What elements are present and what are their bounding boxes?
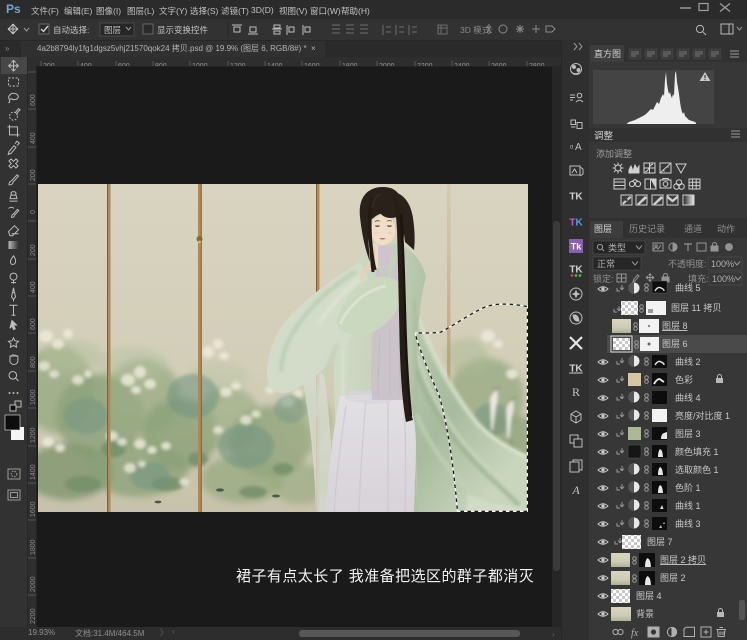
svg-text:1200: 1200 [230, 63, 246, 67]
svg-text:200: 200 [30, 244, 36, 256]
svg-text:曲线 4: 曲线 4 [675, 392, 701, 403]
svg-text:TK: TK [569, 218, 583, 229]
svg-text:TK: TK [569, 265, 583, 276]
svg-text:2600: 2600 [491, 63, 507, 67]
svg-text:历史记录: 历史记录 [629, 223, 665, 234]
svg-text:1800: 1800 [342, 63, 358, 67]
svg-text:TK: TK [569, 364, 583, 375]
svg-text:0: 0 [30, 210, 36, 214]
svg-text:2000: 2000 [30, 576, 36, 592]
svg-text:图层: 图层 [594, 224, 612, 234]
svg-text:图层 2: 图层 2 [660, 573, 686, 583]
svg-text:图层 4: 图层 4 [636, 591, 662, 601]
svg-text:R: R [572, 385, 580, 399]
svg-text:图层 3: 图层 3 [675, 429, 701, 439]
svg-text:200: 200 [30, 169, 36, 181]
svg-text:图层 7: 图层 7 [647, 537, 673, 547]
svg-text:TK: TK [569, 192, 583, 203]
svg-text:1200: 1200 [30, 427, 36, 443]
svg-text:曲线 3: 曲线 3 [675, 518, 701, 529]
svg-text:600: 600 [30, 94, 36, 106]
svg-text:通道: 通道 [684, 223, 702, 234]
svg-text:400: 400 [30, 132, 36, 144]
svg-text:1600: 1600 [30, 501, 36, 517]
svg-text:100%: 100% [712, 274, 735, 284]
svg-text:400: 400 [30, 281, 36, 293]
svg-text:图层 8: 图层 8 [662, 321, 688, 331]
svg-text:2400: 2400 [454, 63, 470, 67]
svg-text:亮度/对比度 1: 亮度/对比度 1 [675, 410, 730, 421]
svg-text:1000: 1000 [192, 63, 208, 67]
svg-text:600: 600 [118, 63, 130, 67]
svg-text:正常: 正常 [597, 258, 615, 269]
svg-text:800: 800 [155, 63, 167, 67]
svg-text:1600: 1600 [304, 63, 320, 67]
svg-text:1400: 1400 [30, 464, 36, 480]
svg-text:2800: 2800 [529, 63, 545, 67]
svg-text:锁定:: 锁定: [593, 273, 614, 284]
svg-text:添加调整: 添加调整 [596, 148, 632, 159]
svg-text:A: A [575, 142, 582, 153]
svg-text:曲线 2: 曲线 2 [675, 356, 701, 367]
svg-text:直方图: 直方图 [594, 48, 621, 59]
svg-text:600: 600 [30, 318, 36, 330]
svg-text:背景: 背景 [636, 608, 654, 619]
svg-text:曲线 1: 曲线 1 [675, 500, 701, 511]
svg-text:100%: 100% [711, 259, 734, 269]
svg-text:类型: 类型 [608, 242, 626, 253]
svg-text:图层 6: 图层 6 [662, 339, 688, 349]
svg-text:2000: 2000 [379, 63, 395, 67]
svg-text:1000: 1000 [30, 389, 36, 405]
svg-text:色阶 1: 色阶 1 [675, 482, 701, 493]
svg-text:2200: 2200 [30, 608, 36, 624]
svg-text:fx: fx [631, 628, 639, 639]
svg-text:图层 11 拷贝: 图层 11 拷贝 [671, 302, 721, 313]
svg-text:200: 200 [43, 63, 55, 67]
svg-text:选取颜色 1: 选取颜色 1 [675, 464, 719, 475]
svg-text:A: A [571, 483, 580, 497]
svg-text:曲线 5: 曲线 5 [675, 282, 701, 293]
svg-text:Tk: Tk [571, 242, 582, 252]
svg-text:o: o [570, 145, 574, 151]
svg-text:动作: 动作 [717, 223, 735, 234]
svg-text:色彩: 色彩 [675, 374, 693, 385]
svg-text:图层 2 拷贝: 图层 2 拷贝 [660, 554, 706, 565]
svg-text:不透明度:: 不透明度: [668, 258, 707, 269]
svg-text:800: 800 [30, 356, 36, 368]
svg-text:调整: 调整 [594, 130, 614, 142]
svg-text:2200: 2200 [417, 63, 433, 67]
svg-text:1400: 1400 [267, 63, 283, 67]
svg-text:1800: 1800 [30, 539, 36, 555]
svg-text:颜色填充 1: 颜色填充 1 [675, 446, 719, 457]
svg-text:400: 400 [80, 63, 92, 67]
